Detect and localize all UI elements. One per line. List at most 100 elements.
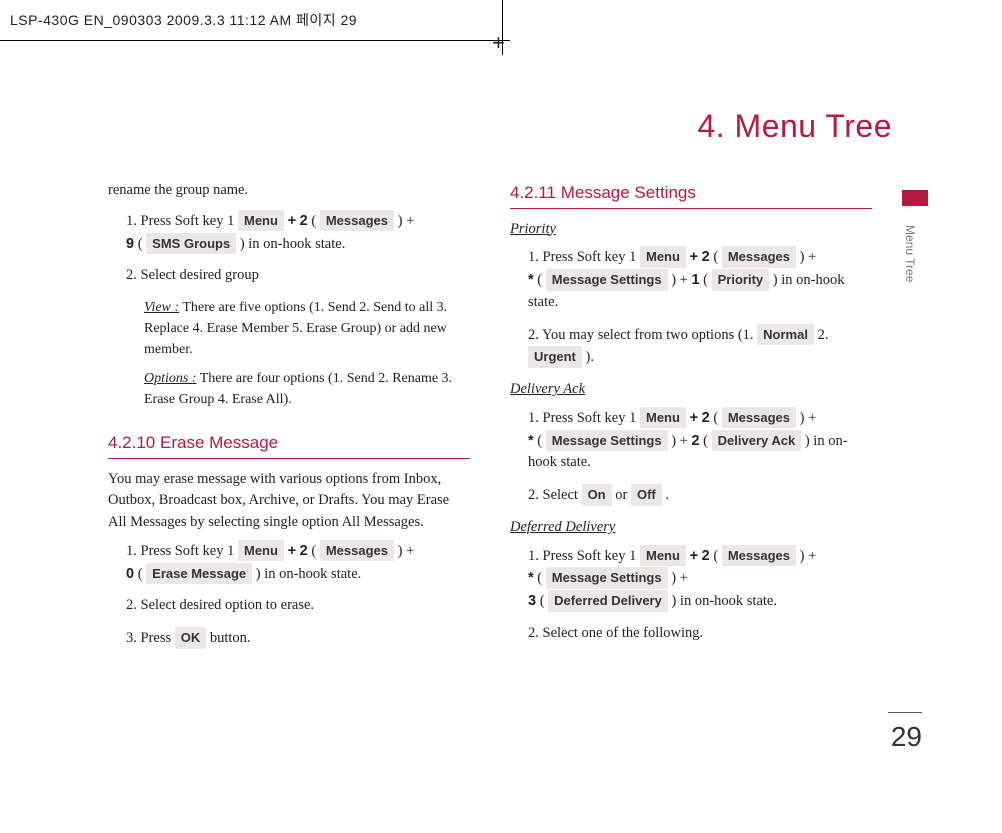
text: 1. Press Soft key 1 [528,410,640,426]
erase-step-1: 1. Press Soft key 1 Menu + 2 ( Messages … [126,540,470,586]
erase-intro: You may erase message with various optio… [108,469,470,534]
delivery-ack-step-1: 1. Press Soft key 1 Menu + 2 ( Messages … [528,407,872,474]
text: ( [713,410,721,426]
digit-1: 1 [691,272,699,288]
messages-key: Messages [320,210,394,232]
text: ( [703,433,711,449]
priority-key: Priority [712,269,770,291]
digit-0: 0 [126,566,134,582]
text: . [665,487,669,503]
text: 1. Press Soft key 1 [528,249,640,265]
deferred-delivery-subheading: Deferred Delivery [510,517,872,539]
text: ). [586,349,594,365]
delivery-ack-subheading: Delivery Ack [510,379,872,401]
text: 1. Press Soft key 1 [126,213,238,229]
left-column: rename the group name. 1. Press Soft key… [108,180,470,660]
messages-key: Messages [320,540,394,562]
side-accent-bar [902,190,928,206]
rename-step-2: 2. Select desired group [126,265,470,287]
section-4-2-11-heading: 4.2.11 Message Settings [510,180,872,209]
content-columns: rename the group name. 1. Press Soft key… [108,180,872,660]
view-label: View : [144,300,179,315]
text: ( [703,272,711,288]
digit-3: 3 [528,593,536,609]
priority-subheading: Priority [510,219,872,241]
text: 2. Select [528,487,582,503]
text: ( [311,213,319,229]
digit-2: 2 [300,213,308,229]
message-settings-key: Message Settings [546,567,668,589]
text: 3. Press [126,630,175,646]
priority-step-2: 2. You may select from two options (1. N… [528,324,872,370]
text: ( [311,543,319,559]
menu-key: Menu [238,210,284,232]
text: ( [537,272,545,288]
menu-key: Menu [640,545,686,567]
normal-key: Normal [757,324,814,346]
text: 1. Press Soft key 1 [528,548,640,564]
text: ) + [800,548,817,564]
text: ( [713,548,721,564]
text: ) + [671,433,691,449]
crop-header: LSP-430G EN_090303 2009.3.3 11:12 AM 페이지… [10,10,357,30]
menu-key: Menu [640,246,686,268]
text: ) in on-hook state. [671,593,777,609]
text: 2. You may select from two options (1. [528,327,757,343]
text: ( [540,593,548,609]
crop-line-horizontal [0,40,510,41]
text: 2. [818,327,829,343]
text: ) + [671,272,691,288]
deferred-step-2: 2. Select one of the following. [528,623,872,645]
chapter-title: 4. Menu Tree [697,108,892,145]
delivery-ack-step-2: 2. Select On or Off . [528,484,872,507]
side-tab-label: Menu Tree [903,225,917,282]
text: ) + [800,249,817,265]
message-settings-key: Message Settings [546,269,668,291]
page-number: 29 [891,721,922,753]
star-key: * [528,570,534,586]
menu-key: Menu [238,540,284,562]
star-key: * [528,272,534,288]
erase-message-key: Erase Message [146,563,252,585]
text: ) + [398,543,415,559]
text: or [615,487,631,503]
urgent-key: Urgent [528,346,582,368]
digit-2: 2 [691,433,699,449]
options-label: Options : [144,371,197,386]
digit-2: 2 [702,249,710,265]
on-key: On [582,484,612,506]
deferred-step-1: 1. Press Soft key 1 Menu + 2 ( Messages … [528,545,872,613]
sms-groups-key: SMS Groups [146,233,236,255]
text: button. [210,630,251,646]
priority-step-1: 1. Press Soft key 1 Menu + 2 ( Messages … [528,246,872,313]
messages-key: Messages [722,407,796,429]
section-4-2-10-heading: 4.2.10 Erase Message [108,430,470,459]
erase-step-2: 2. Select desired option to erase. [126,595,470,617]
digit-2: 2 [300,543,308,559]
erase-step-3: 3. Press OK button. [126,627,470,650]
star-key: * [528,433,534,449]
plus: + [288,213,300,229]
ok-key: OK [175,627,207,649]
options-list: Options : There are four options (1. Sen… [144,368,470,410]
messages-key: Messages [722,246,796,268]
text: ) + [398,213,415,229]
view-text: There are five options (1. Send 2. Send … [144,300,447,357]
deferred-delivery-key: Deferred Delivery [548,590,668,612]
page-number-rule [888,712,922,713]
text: 1. Press Soft key 1 [126,543,238,559]
view-options: View : There are five options (1. Send 2… [144,297,470,360]
plus: + [288,543,300,559]
text: ( [537,433,545,449]
digit-9: 9 [126,236,134,252]
right-column: 4.2.11 Message Settings Priority 1. Pres… [510,180,872,660]
digit-2: 2 [702,548,710,564]
message-settings-key: Message Settings [546,430,668,452]
menu-key: Menu [640,407,686,429]
text: ( [138,566,146,582]
rename-intro: rename the group name. [108,180,470,202]
messages-key: Messages [722,545,796,567]
text: ( [713,249,721,265]
text: ( [138,236,146,252]
text: ) in on-hook state. [256,566,362,582]
